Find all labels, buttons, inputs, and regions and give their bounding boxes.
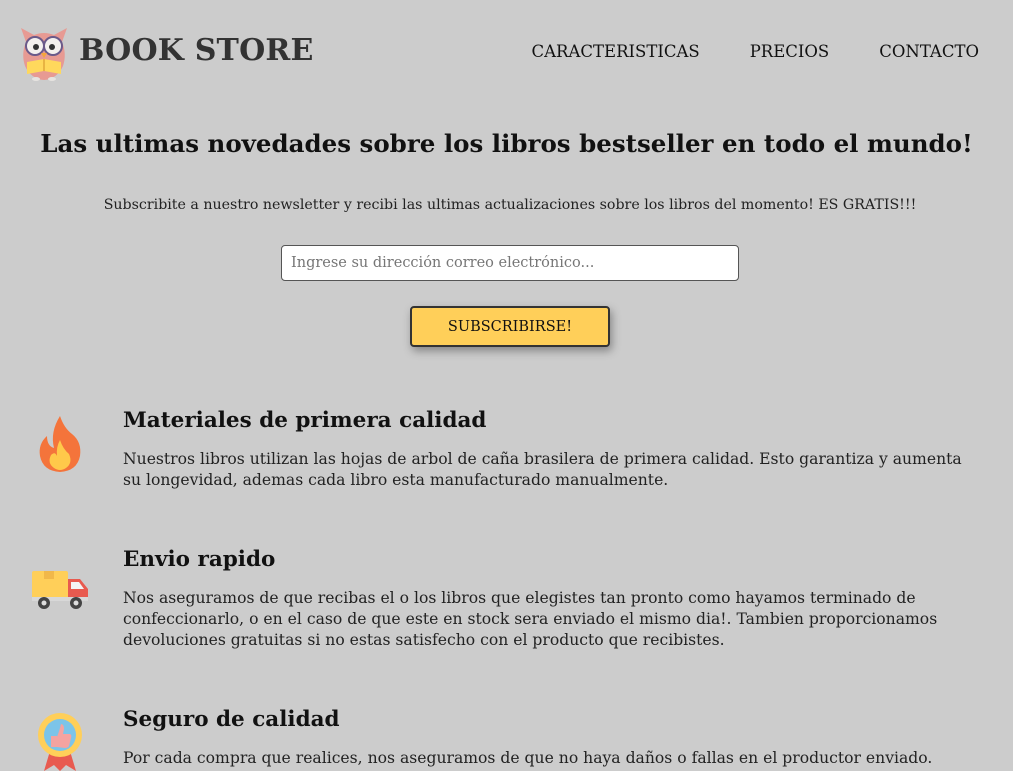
feature-text: Por cada compra que realices, nos asegur… bbox=[123, 749, 933, 767]
feature-title: Envio rapido bbox=[123, 547, 276, 572]
feature-text: Nos aseguramos de que recibas el o los l… bbox=[123, 589, 938, 649]
nav-link-contacto[interactable]: CONTACTO bbox=[879, 42, 979, 61]
feature-text: Nuestros libros utilizan las hojas de ar… bbox=[123, 450, 962, 489]
feature-title: Materiales de primera calidad bbox=[123, 408, 487, 433]
fire-icon bbox=[39, 416, 81, 472]
nav-link-caracteristicas[interactable]: CARACTERISTICAS bbox=[532, 42, 700, 61]
brand-name[interactable]: BOOK STORE bbox=[79, 33, 314, 68]
main-nav: CARACTERISTICAS PRECIOS CONTACTO bbox=[532, 42, 979, 61]
truck-icon bbox=[32, 571, 88, 609]
subscribe-button[interactable]: SUBSCRIBIRSE! bbox=[410, 306, 610, 347]
hero-title: Las ultimas novedades sobre los libros b… bbox=[40, 129, 973, 158]
feature-title: Seguro de calidad bbox=[123, 707, 340, 732]
site-header: BOOK STORE CARACTERISTICAS PRECIOS CONTA… bbox=[0, 0, 1013, 105]
hero-subtitle: Subscribite a nuestro newsletter y recib… bbox=[103, 197, 917, 213]
owl-reading-logo-icon[interactable] bbox=[17, 24, 71, 82]
nav-link-precios[interactable]: PRECIOS bbox=[750, 42, 830, 61]
quality-badge-icon bbox=[38, 713, 82, 771]
email-input[interactable] bbox=[281, 245, 739, 281]
